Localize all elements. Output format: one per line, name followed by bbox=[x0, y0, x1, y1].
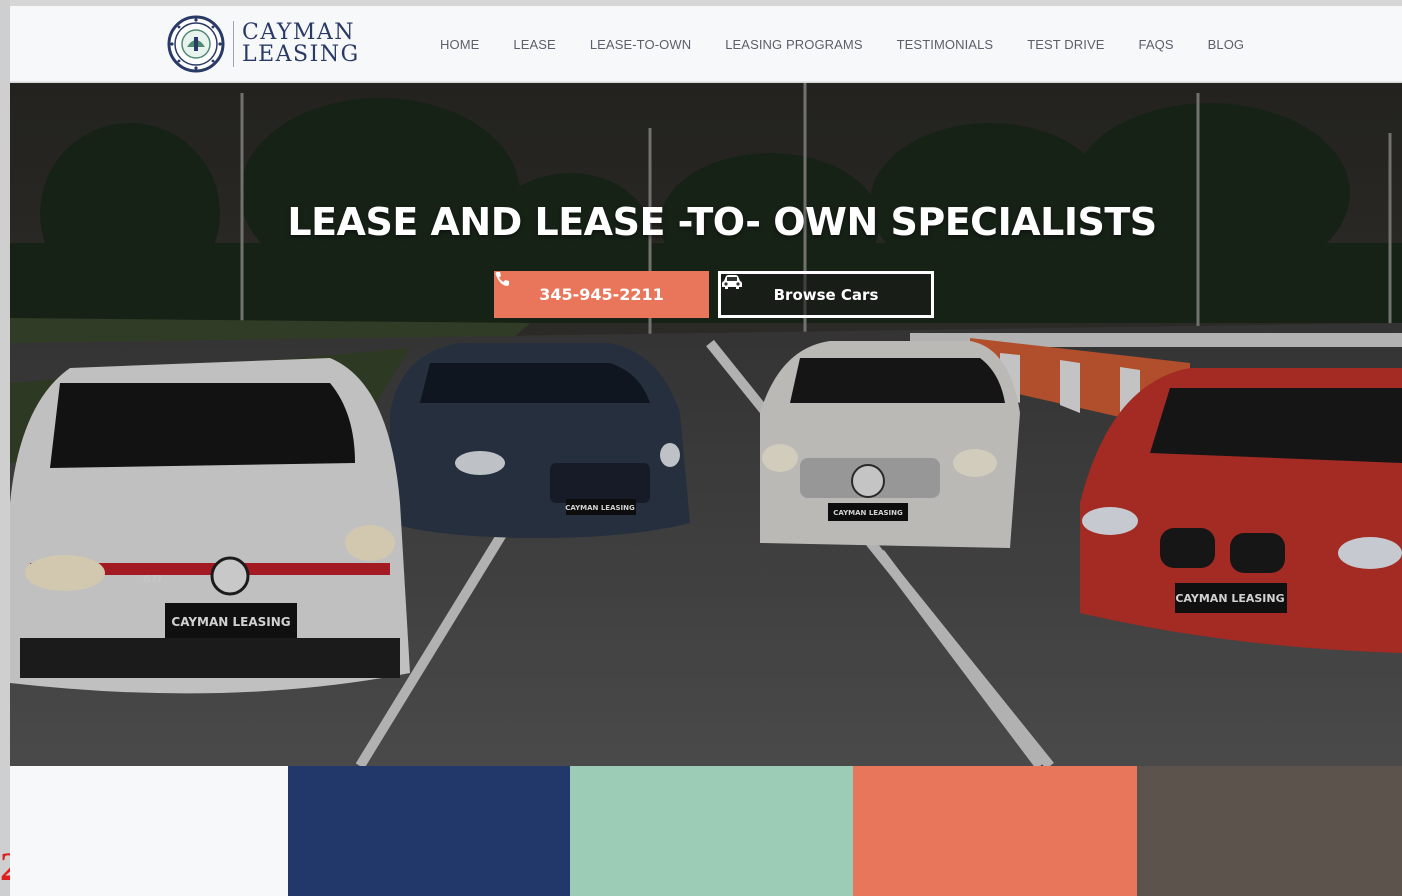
phone-icon bbox=[495, 272, 509, 286]
left-border bbox=[0, 0, 10, 896]
call-button-label: 345-945-2211 bbox=[539, 285, 664, 304]
logo-text: CAYMAN LEASING bbox=[242, 22, 360, 66]
hero-photo: CAYMAN LEASING CAYMAN LEASING CAYMAN LEA… bbox=[10, 83, 1402, 766]
site-header: CAYMAN LEASING HOME LEASE LEASE-TO-OWN L… bbox=[10, 6, 1402, 82]
logo-divider bbox=[233, 21, 234, 67]
corner-mark: 2 bbox=[0, 844, 10, 889]
browse-cars-label: Browse Cars bbox=[773, 285, 879, 304]
color-palette bbox=[10, 766, 1402, 896]
nav-testimonials[interactable]: TESTIMONIALS bbox=[897, 37, 994, 52]
call-button[interactable]: 345-945-2211 bbox=[494, 271, 709, 318]
company-seal-icon bbox=[167, 15, 225, 73]
nav-home[interactable]: HOME bbox=[440, 37, 479, 52]
swatch-5 bbox=[1137, 766, 1402, 896]
nav-leasing-programs[interactable]: LEASING PROGRAMS bbox=[725, 37, 862, 52]
site-logo[interactable]: CAYMAN LEASING bbox=[167, 14, 360, 74]
browse-cars-button[interactable]: Browse Cars bbox=[718, 271, 934, 318]
car-icon bbox=[722, 275, 742, 289]
screenshot-frame: 2 CAYMAN LEASING HOME LEASE LEASE-TO-OWN… bbox=[0, 0, 1402, 896]
hero-title: LEASE AND LEASE -TO- OWN SPECIALISTS bbox=[287, 200, 1157, 244]
swatch-2 bbox=[288, 766, 570, 896]
nav-lease[interactable]: LEASE bbox=[513, 37, 555, 52]
nav-test-drive[interactable]: TEST DRIVE bbox=[1027, 37, 1104, 52]
swatch-4 bbox=[853, 766, 1137, 896]
main-nav: HOME LEASE LEASE-TO-OWN LEASING PROGRAMS… bbox=[440, 6, 1278, 82]
nav-lease-to-own[interactable]: LEASE-TO-OWN bbox=[590, 37, 691, 52]
nav-blog[interactable]: BLOG bbox=[1208, 37, 1245, 52]
hero-banner: CAYMAN LEASING CAYMAN LEASING CAYMAN LEA… bbox=[10, 83, 1402, 766]
logo-line-2: LEASING bbox=[242, 42, 360, 67]
swatch-3 bbox=[570, 766, 853, 896]
swatch-1 bbox=[10, 766, 288, 896]
nav-faqs[interactable]: FAQS bbox=[1139, 37, 1174, 52]
logo-line-1: CAYMAN bbox=[242, 20, 356, 45]
